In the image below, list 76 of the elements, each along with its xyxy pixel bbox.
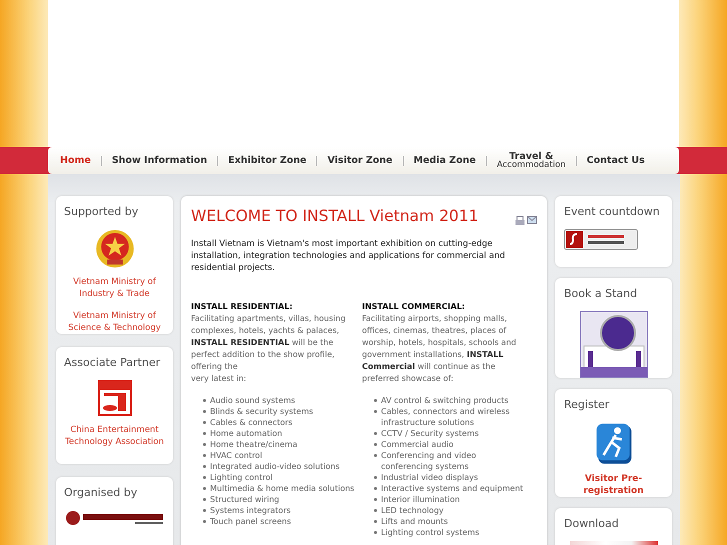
bullet-icon — [374, 487, 377, 490]
list-item: Interactive systems and equipment — [381, 483, 524, 494]
exhibition-stand-picture[interactable] — [580, 310, 648, 378]
list-item: Lighting control — [210, 472, 273, 483]
list-item: Home theatre/cinema — [210, 439, 298, 450]
list-item: Integrated audio-video solutions — [210, 461, 340, 472]
nav-link[interactable]: Contact Us — [586, 156, 645, 165]
box-title: Register — [564, 397, 610, 413]
list-item: Cables & connectors — [210, 417, 292, 428]
partner-link[interactable]: Vietnam Ministry of Science & Technology — [64, 310, 165, 334]
box-title: Organised by — [64, 485, 138, 501]
section-paragraph: Facilitating apartments, villas, housing complexes, hotels, yachts & palaces, INSTALL RESIDENTIAL will be the perfect addition to the show profile, offering the very latest in: — [191, 313, 347, 385]
list-item: LED technology — [381, 505, 444, 516]
bullet-icon — [203, 421, 206, 424]
bullet-icon — [374, 432, 377, 435]
list-item: Systems integrators — [210, 505, 291, 516]
bullet-icon — [374, 498, 377, 501]
list-item: Blinds & security systems — [210, 406, 314, 417]
bullet-icon — [374, 443, 377, 446]
ceta-logo-icon — [98, 380, 132, 416]
box-title: Supported by — [64, 204, 140, 220]
list-item: Industrial video displays — [381, 472, 478, 483]
partner-link[interactable]: China Entertainment Technology Association — [64, 424, 165, 448]
nav-link[interactable]: Home — [60, 156, 91, 165]
section-heading: INSTALL COMMERCIAL: — [362, 301, 466, 313]
bullet-icon — [203, 465, 206, 468]
list-item: Audio sound systems — [210, 395, 296, 406]
bullet-icon — [203, 443, 206, 446]
bullet-icon — [203, 487, 206, 490]
bullet-icon — [203, 476, 206, 479]
organiser-logo-icon — [64, 510, 164, 526]
bullet-icon — [374, 476, 377, 479]
partner-link[interactable]: Vietnam Ministry of Industry & Trade — [64, 276, 165, 300]
print-icon[interactable] — [515, 216, 525, 226]
list-item: Interior illumination — [381, 494, 460, 505]
list-item: Multimedia & home media solutions — [210, 483, 354, 494]
section-heading: INSTALL RESIDENTIAL: — [191, 301, 294, 313]
bullet-icon — [203, 520, 206, 523]
box-title: Event countdown — [564, 204, 661, 220]
list-item: HVAC control — [210, 450, 262, 461]
page-title: WELCOME TO INSTALL Vietnam 2011 — [191, 206, 479, 226]
box-title: Download — [564, 516, 620, 532]
box-title: Associate Partner — [64, 355, 162, 371]
bullet-icon — [203, 410, 206, 413]
section-paragraph: Facilitating airports, shopping malls, offices, cinemas, theatres, places of worship, hotels, hospitals, schools and government installations, INSTALL Commercial will continue as the preferred showcase of: — [362, 313, 518, 385]
bullet-icon — [203, 509, 206, 512]
list-item: Cables, connectors and wireless infrastructure solutions — [381, 406, 511, 428]
nav-link[interactable]: Exhibitor Zone — [228, 156, 306, 165]
flash-player-button-icon[interactable] — [564, 228, 638, 250]
register-link[interactable]: Visitor Pre-registration — [564, 473, 663, 497]
bullet-icon — [374, 509, 377, 512]
bullet-icon — [374, 399, 377, 402]
bullet-icon — [374, 454, 377, 457]
bullet-icon — [203, 432, 206, 435]
bullet-icon — [374, 410, 377, 413]
bullet-icon — [203, 399, 206, 402]
box-title: Book a Stand — [564, 286, 638, 302]
list-item: Structured wiring — [210, 494, 280, 505]
list-item: Conferencing and video conferencing systems — [381, 450, 478, 472]
list-item: Touch panel screens — [210, 516, 292, 527]
list-item: Home automation — [210, 428, 282, 439]
list-item: Lifts and mounts — [381, 516, 448, 527]
nav-link[interactable]: Travel & Accommodation — [496, 152, 566, 170]
list-item: Lighting control systems — [381, 527, 480, 538]
national-emblem-icon — [94, 228, 134, 268]
bullet-icon — [374, 531, 377, 534]
nav-link[interactable]: Visitor Zone — [327, 156, 393, 165]
bullet-icon — [203, 454, 206, 457]
bullet-icon — [203, 498, 206, 501]
nav-link[interactable]: Show Information — [112, 156, 208, 165]
bullet-icon — [374, 520, 377, 523]
nav-link[interactable]: Media Zone — [414, 156, 476, 165]
list-item: Commercial audio — [381, 439, 454, 450]
intro-paragraph: Install Vietnam is Vietnam's most important exhibition on cutting-edge installation, integration technologies and applications for commercial and residential projects. — [191, 238, 506, 274]
list-item: AV control & switching products — [381, 395, 508, 406]
list-item: CCTV / Security systems — [381, 428, 479, 439]
